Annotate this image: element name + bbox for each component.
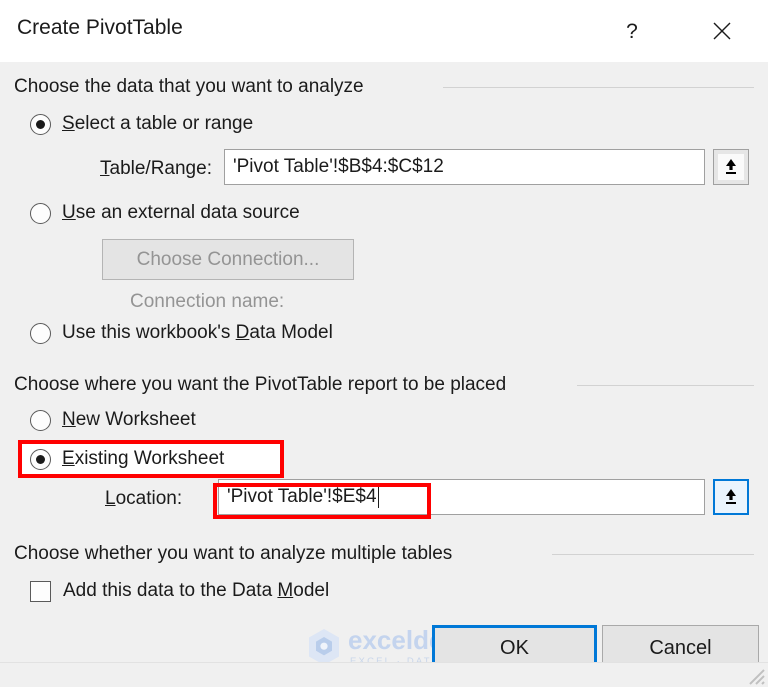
checkbox-add-data-to-data-model-label: Add this data to the Data Model bbox=[63, 580, 330, 601]
radio-existing-worksheet-indicator bbox=[30, 448, 51, 470]
close-x-icon bbox=[713, 22, 731, 40]
section-header-multiple-tables: Choose whether you want to analyze multi… bbox=[14, 543, 453, 564]
table-range-value: 'Pivot Table'!$B$4:$C$12 bbox=[233, 156, 444, 177]
dialog-footer-strip bbox=[0, 662, 768, 687]
svg-text:?: ? bbox=[626, 20, 638, 43]
table-range-input[interactable]: 'Pivot Table'!$B$4:$C$12 bbox=[224, 149, 705, 185]
close-button[interactable] bbox=[700, 10, 744, 52]
radio-use-external-data-source[interactable]: Use an external data source bbox=[30, 202, 300, 224]
radio-select-table-or-range-text: elect a table or range bbox=[74, 113, 254, 134]
radio-existing-worksheet[interactable]: Existing Worksheet bbox=[30, 448, 224, 470]
text-cursor bbox=[377, 486, 380, 508]
location-collapse-button[interactable] bbox=[713, 479, 749, 515]
radio-use-workbook-data-model-indicator bbox=[30, 322, 51, 344]
section-header-analyze: Choose the data that you want to analyze bbox=[14, 76, 364, 97]
radio-select-table-or-range[interactable]: Select a table or range bbox=[30, 113, 253, 135]
radio-new-worksheet-label: New Worksheet bbox=[62, 409, 196, 430]
choose-connection-button: Choose Connection... bbox=[102, 239, 354, 280]
radio-select-table-or-range-label: Select a table or range bbox=[62, 113, 254, 134]
section-divider-placement bbox=[577, 385, 754, 386]
table-range-collapse-button[interactable] bbox=[713, 149, 749, 185]
collapse-dialog-icon bbox=[718, 154, 744, 180]
location-value: 'Pivot Table'!$E$4 bbox=[227, 486, 377, 507]
radio-use-external-data-source-indicator bbox=[30, 202, 51, 224]
checkbox-add-data-to-data-model[interactable]: Add this data to the Data Model bbox=[30, 580, 329, 602]
radio-use-external-data-source-label: Use an external data source bbox=[62, 202, 300, 223]
section-divider-analyze bbox=[443, 87, 754, 88]
hexagon-logo-icon bbox=[309, 628, 339, 665]
connection-name-label: Connection name: bbox=[130, 291, 285, 312]
resize-grip-icon[interactable] bbox=[744, 664, 766, 686]
radio-new-worksheet-indicator bbox=[30, 409, 51, 431]
section-header-placement: Choose where you want the PivotTable rep… bbox=[14, 374, 507, 395]
location-label: Location: bbox=[105, 488, 183, 509]
radio-new-worksheet[interactable]: New Worksheet bbox=[30, 409, 196, 431]
radio-use-workbook-data-model[interactable]: Use this workbook's Data Model bbox=[30, 322, 333, 344]
help-button[interactable]: ? bbox=[610, 10, 654, 52]
table-range-label: Table/Range: bbox=[100, 158, 212, 179]
radio-select-table-or-range-indicator bbox=[30, 113, 51, 135]
radio-use-workbook-data-model-label: Use this workbook's Data Model bbox=[62, 322, 333, 343]
question-mark-icon: ? bbox=[626, 20, 638, 43]
collapse-dialog-icon bbox=[718, 484, 744, 510]
location-input[interactable]: 'Pivot Table'!$E$4 bbox=[218, 479, 705, 515]
title-bar: Create PivotTable ? bbox=[0, 0, 768, 63]
checkbox-add-data-to-data-model-indicator bbox=[30, 580, 51, 602]
section-divider-multiple-tables bbox=[552, 554, 754, 555]
page-title: Create PivotTable bbox=[17, 16, 183, 39]
radio-existing-worksheet-label: Existing Worksheet bbox=[62, 448, 225, 469]
dialog-body: Choose the data that you want to analyze… bbox=[0, 62, 768, 671]
